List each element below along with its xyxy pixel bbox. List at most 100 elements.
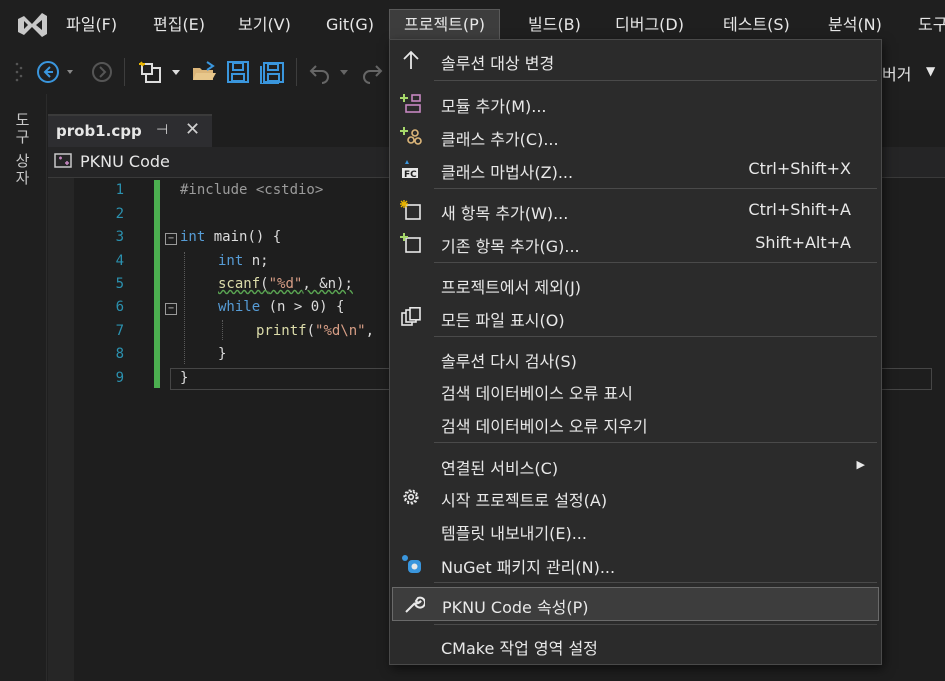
menu-item-add-module[interactable]: 모듈 추가(M)... xyxy=(390,87,881,119)
open-folder-icon[interactable] xyxy=(191,60,217,84)
nuget-icon xyxy=(402,555,421,573)
tool-strip: 도구 상자 xyxy=(0,94,47,681)
menu-tools[interactable]: 도구 xyxy=(918,10,945,40)
menu-test[interactable]: 테스트(S) xyxy=(723,10,790,40)
menu-item-existing-item[interactable]: 기존 항목 추가(G)... Shift+Alt+A xyxy=(390,227,881,259)
add-module-icon xyxy=(400,94,421,113)
menu-item-connected-services[interactable]: 연결된 서비스(C) ▶ xyxy=(390,449,881,481)
menu-item-project-properties[interactable]: PKNU Code 속성(P) xyxy=(392,587,879,621)
show-all-files-icon xyxy=(401,307,421,326)
toolbar-grip-icon[interactable] xyxy=(14,60,24,84)
undo-icon[interactable] xyxy=(308,60,332,84)
change-tracking-bar xyxy=(154,180,160,388)
menu-item-label: 새 항목 추가(W)... xyxy=(441,204,569,223)
redo-icon[interactable] xyxy=(360,60,384,84)
back-dropdown-icon[interactable] xyxy=(65,60,75,84)
keyword: while xyxy=(218,299,261,315)
code-line: int main() { xyxy=(180,229,281,245)
forward-arrow-icon[interactable] xyxy=(90,60,114,84)
menu-debug[interactable]: 디버그(D) xyxy=(615,10,684,40)
chevron-down-icon[interactable]: ▼ xyxy=(926,64,935,78)
menu-item-manage-nuget[interactable]: NuGet 패키지 관리(N)... xyxy=(390,548,881,580)
class-wizard-icon: FC xyxy=(402,160,418,179)
code-line: scanf("%d", &n); xyxy=(218,276,353,292)
svg-text:FC: FC xyxy=(404,170,417,179)
menu-item-new-item[interactable]: 새 항목 추가(W)... Ctrl+Shift+A xyxy=(390,194,881,226)
function-name: printf xyxy=(256,323,307,339)
string-literal: "%d\n" xyxy=(315,323,366,339)
menu-item-retarget-solution[interactable]: 솔루션 대상 변경 xyxy=(390,44,881,76)
save-icon[interactable] xyxy=(226,60,250,84)
existing-item-icon xyxy=(400,233,421,253)
tab-title: prob1.cpp xyxy=(56,122,142,140)
menu-item-shortcut: Ctrl+Shift+X xyxy=(748,159,851,178)
preprocessor-directive: #include <cstdio> xyxy=(180,182,324,198)
menu-project[interactable]: 프로젝트(P) xyxy=(389,9,501,41)
fold-toggle-icon[interactable]: − xyxy=(165,233,177,245)
new-project-icon[interactable] xyxy=(138,60,164,84)
menu-item-show-all-files[interactable]: 모든 파일 표시(O) xyxy=(390,301,881,333)
indent-guide xyxy=(184,252,185,364)
selection-margin xyxy=(48,178,74,681)
undo-dropdown-icon[interactable] xyxy=(338,60,350,84)
menu-separator xyxy=(434,442,877,443)
menu-item-shortcut: Ctrl+Shift+A xyxy=(748,200,851,219)
menu-item-cmake-workspace-settings[interactable]: CMake 작업 영역 설정 xyxy=(390,629,881,661)
code-line: while (n > 0) { xyxy=(218,299,344,315)
code-line: int n; xyxy=(218,253,269,269)
visual-studio-logo-icon[interactable] xyxy=(14,10,50,40)
code-text: (n > 0) { xyxy=(260,299,345,315)
menu-item-class-wizard[interactable]: FC 클래스 마법사(Z)... Ctrl+Shift+X xyxy=(390,153,881,185)
menu-git[interactable]: Git(G) xyxy=(326,10,374,40)
menu-item-label: 시작 프로젝트로 설정(A) xyxy=(441,491,608,510)
menu-item-set-startup-project[interactable]: 시작 프로젝트로 설정(A) xyxy=(390,481,881,513)
menu-build[interactable]: 빌드(B) xyxy=(528,10,581,40)
code-text: n; xyxy=(243,253,269,269)
menu-item-show-db-errors[interactable]: 검색 데이터베이스 오류 표시 xyxy=(390,374,881,406)
menu-item-label: PKNU Code 속성(P) xyxy=(442,598,589,617)
menu-item-label: 검색 데이터베이스 오류 지우기 xyxy=(441,417,648,436)
submenu-arrow-icon: ▶ xyxy=(856,458,865,471)
code-text: ( xyxy=(260,276,269,292)
menu-separator xyxy=(434,188,877,189)
code-line: } xyxy=(180,370,189,386)
code-line: } xyxy=(218,346,227,362)
menu-item-export-template[interactable]: 템플릿 내보내기(E)... xyxy=(390,514,881,546)
document-tab[interactable]: prob1.cpp ⊣ ✕ xyxy=(48,114,212,148)
menu-item-label: NuGet 패키지 관리(N)... xyxy=(441,558,616,577)
new-dropdown-icon[interactable] xyxy=(170,60,182,84)
indent-guide xyxy=(222,320,223,340)
project-icon xyxy=(54,153,72,168)
menu-item-label: 템플릿 내보내기(E)... xyxy=(441,524,587,543)
close-icon[interactable]: ✕ xyxy=(185,119,200,140)
menu-item-label: CMake 작업 영역 설정 xyxy=(441,639,598,658)
menu-item-label: 클래스 추가(C)... xyxy=(441,130,559,149)
gear-icon xyxy=(403,489,419,505)
menu-file[interactable]: 파일(F) xyxy=(66,10,117,40)
line-number: 8 xyxy=(115,346,124,362)
line-number: 5 xyxy=(115,276,124,292)
line-number: 7 xyxy=(115,323,124,339)
toolbox-tab[interactable]: 도구 상자 xyxy=(12,112,33,187)
project-selector[interactable]: PKNU Code xyxy=(80,152,170,171)
menu-analyze[interactable]: 분석(N) xyxy=(828,10,882,40)
save-all-icon[interactable] xyxy=(259,60,285,84)
code-line: #include <cstdio> xyxy=(180,182,323,198)
menu-item-label: 모든 파일 표시(O) xyxy=(441,311,565,330)
debugger-label[interactable]: 버거 xyxy=(882,61,911,85)
menu-item-add-class[interactable]: 클래스 추가(C)... xyxy=(390,120,881,152)
line-number: 1 xyxy=(115,182,124,198)
back-arrow-icon[interactable] xyxy=(36,60,60,84)
menu-separator xyxy=(434,624,877,625)
menu-item-exclude-from-project[interactable]: 프로젝트에서 제외(J) xyxy=(390,268,881,300)
menu-item-label: 모듈 추가(M)... xyxy=(441,97,547,116)
menu-item-clear-db-errors[interactable]: 검색 데이터베이스 오류 지우기 xyxy=(390,407,881,439)
fold-toggle-icon[interactable]: − xyxy=(165,303,177,315)
menu-view[interactable]: 보기(V) xyxy=(238,10,291,40)
arrow-up-icon xyxy=(403,50,419,69)
string-literal: "%d" xyxy=(268,276,303,292)
menu-separator xyxy=(434,262,877,263)
pin-icon[interactable]: ⊣ xyxy=(156,122,168,138)
menu-edit[interactable]: 편집(E) xyxy=(153,10,205,40)
menu-item-rescan-solution[interactable]: 솔루션 다시 검사(S) xyxy=(390,342,881,374)
